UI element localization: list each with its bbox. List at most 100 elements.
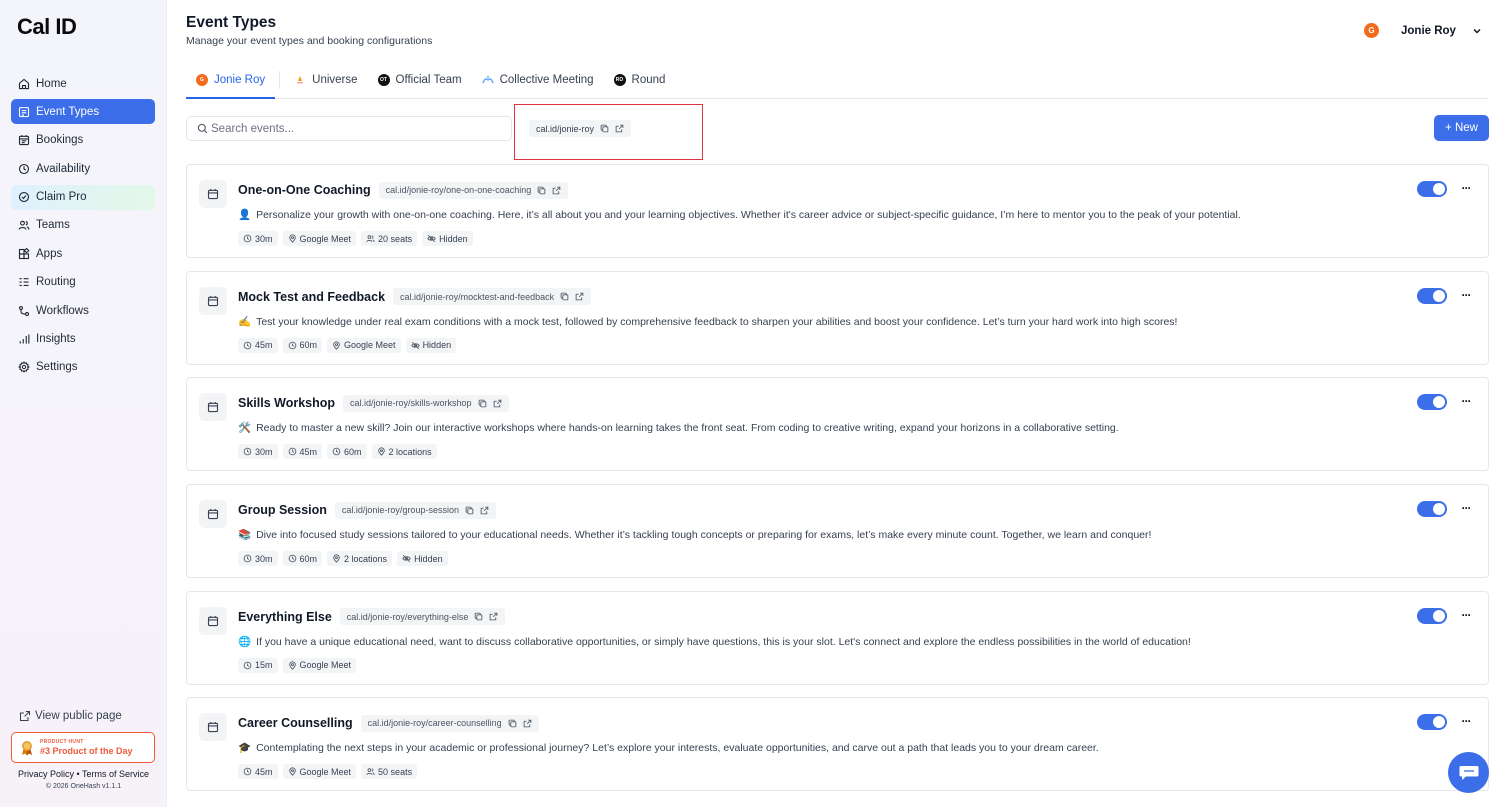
event-tag: 45m xyxy=(282,444,323,460)
profile-link-chip[interactable]: cal.id/jonie-roy xyxy=(529,120,632,137)
event-link-chip[interactable]: cal.id/jonie-roy/everything-else xyxy=(339,608,506,626)
more-options-icon[interactable]: ··· xyxy=(1459,608,1473,622)
event-title[interactable]: Career Counselling xyxy=(238,716,353,730)
event-card[interactable]: Career Counselling cal.id/jonie-roy/care… xyxy=(186,697,1489,792)
copy-icon[interactable] xyxy=(560,292,569,301)
event-title-row: Skills Workshop cal.id/jonie-roy/skills-… xyxy=(238,394,509,412)
event-link-chip[interactable]: cal.id/jonie-roy/mocktest-and-feedback xyxy=(393,288,592,306)
sidebar-item-teams[interactable]: Teams xyxy=(11,213,155,238)
workflows-icon xyxy=(18,305,30,317)
product-hunt-badge[interactable]: PRODUCT HUNT #3 Product of the Day xyxy=(11,732,155,763)
external-link-icon[interactable] xyxy=(615,124,624,133)
event-tag-label: 50 seats xyxy=(378,766,413,777)
event-card[interactable]: Group Session cal.id/jonie-roy/group-ses… xyxy=(186,484,1489,579)
tab-official-team[interactable]: OT Official Team xyxy=(368,62,472,98)
event-link-chip[interactable]: cal.id/jonie-roy/skills-workshop xyxy=(343,394,509,412)
search-box[interactable] xyxy=(186,116,512,141)
event-enabled-toggle[interactable] xyxy=(1417,607,1447,624)
external-link-icon[interactable] xyxy=(493,399,502,408)
event-emoji: 🌐 xyxy=(238,635,252,648)
event-tag-label: 60m xyxy=(299,340,318,351)
tab-jonie-roy[interactable]: G Jonie Roy xyxy=(186,62,276,99)
event-link-chip[interactable]: cal.id/jonie-roy/one-on-one-coaching xyxy=(378,181,569,199)
more-options-icon[interactable]: ··· xyxy=(1459,714,1473,728)
sidebar-item-routing[interactable]: Routing xyxy=(11,270,155,295)
calendar-icon xyxy=(18,134,30,146)
user-menu[interactable]: G Jonie Roy xyxy=(1364,22,1482,39)
sidebar-item-bookings[interactable]: Bookings xyxy=(11,128,155,153)
location-icon xyxy=(288,234,300,243)
more-options-icon[interactable]: ··· xyxy=(1459,181,1473,195)
event-enabled-toggle[interactable] xyxy=(1417,181,1447,197)
event-enabled-toggle[interactable] xyxy=(1417,394,1447,411)
copy-icon[interactable] xyxy=(537,186,546,195)
copy-icon[interactable] xyxy=(478,399,487,408)
event-enabled-toggle[interactable] xyxy=(1417,287,1447,304)
legal-links[interactable]: Privacy Policy • Terms of Service xyxy=(11,769,156,779)
event-card[interactable]: Everything Else cal.id/jonie-roy/everyth… xyxy=(186,590,1489,685)
more-options-icon[interactable]: ··· xyxy=(1459,288,1473,302)
copy-icon[interactable] xyxy=(600,124,609,133)
sidebar-item-event-types[interactable]: Event Types xyxy=(11,99,155,125)
clock-icon xyxy=(18,163,30,175)
product-hunt-rank: #3 Product of the Day xyxy=(40,745,133,756)
sidebar-item-settings[interactable]: Settings xyxy=(11,355,155,380)
event-card[interactable]: One-on-One Coaching cal.id/jonie-roy/one… xyxy=(186,164,1489,258)
event-tags: 30m 60m 2 locations Hidden xyxy=(238,551,453,567)
search-input[interactable] xyxy=(211,122,501,135)
view-public-page-link[interactable]: View public page xyxy=(11,708,156,724)
sidebar-item-home[interactable]: Home xyxy=(11,71,155,96)
chat-support-button[interactable] xyxy=(1448,752,1489,793)
event-card[interactable]: Mock Test and Feedback cal.id/jonie-roy/… xyxy=(186,270,1489,365)
event-title[interactable]: Everything Else xyxy=(238,610,332,624)
tab-label: Collective Meeting xyxy=(499,74,594,86)
sidebar-item-label: Insights xyxy=(36,333,76,346)
calendar-icon xyxy=(207,722,219,733)
event-title[interactable]: Skills Workshop xyxy=(238,396,335,410)
new-event-button[interactable]: + New xyxy=(1434,115,1489,141)
external-link-icon[interactable] xyxy=(489,612,498,621)
event-tag-label: Hidden xyxy=(422,340,452,351)
event-tag: 20 seats xyxy=(361,231,418,246)
event-calendar-icon-box xyxy=(199,500,227,529)
event-title[interactable]: One-on-One Coaching xyxy=(238,183,371,197)
event-link-chip[interactable]: cal.id/jonie-roy/group-session xyxy=(334,501,496,519)
tab-collective-meeting[interactable]: Collective Meeting xyxy=(472,62,604,98)
event-tag: Hidden xyxy=(422,231,473,246)
sidebar-item-insights[interactable]: Insights xyxy=(11,327,155,352)
external-link-icon[interactable] xyxy=(552,186,561,195)
event-link-text: cal.id/jonie-roy/one-on-one-coaching xyxy=(385,185,532,195)
event-title-row: Everything Else cal.id/jonie-roy/everyth… xyxy=(238,608,506,626)
more-options-icon[interactable]: ··· xyxy=(1459,394,1473,408)
event-title[interactable]: Mock Test and Feedback xyxy=(238,290,385,304)
event-tag-label: 45m xyxy=(255,340,273,351)
event-enabled-toggle[interactable] xyxy=(1417,714,1447,731)
more-options-icon[interactable]: ··· xyxy=(1459,501,1473,515)
tab-round[interactable]: RO Round xyxy=(604,62,676,98)
sidebar-item-apps[interactable]: Apps xyxy=(11,241,155,266)
event-link-chip[interactable]: cal.id/jonie-roy/career-counselling xyxy=(360,714,539,732)
sidebar-item-workflows[interactable]: Workflows xyxy=(11,298,155,323)
event-description: ✍️ Test your knowledge under real exam co… xyxy=(238,315,1177,328)
copy-icon[interactable] xyxy=(465,506,474,515)
event-card[interactable]: Skills Workshop cal.id/jonie-roy/skills-… xyxy=(186,377,1489,472)
external-link-icon[interactable] xyxy=(523,719,532,728)
location-icon xyxy=(332,554,344,563)
event-link-text: cal.id/jonie-roy/mocktest-and-feedback xyxy=(400,291,555,302)
sidebar-item-availability[interactable]: Availability xyxy=(11,156,155,181)
external-link-icon[interactable] xyxy=(480,506,489,515)
copy-icon[interactable] xyxy=(508,719,517,728)
event-enabled-toggle[interactable] xyxy=(1417,501,1447,518)
apps-icon xyxy=(18,247,30,260)
tab-universe[interactable]: Universe xyxy=(284,62,367,98)
external-link-icon xyxy=(19,710,31,722)
event-tag-label: Hidden xyxy=(414,553,443,564)
event-tag: 60m xyxy=(282,337,323,353)
event-title-row: Group Session cal.id/jonie-roy/group-ses… xyxy=(238,501,496,519)
sidebar-item-claim-pro[interactable]: Claim Pro xyxy=(11,184,155,210)
copy-icon[interactable] xyxy=(474,612,483,621)
clock-icon xyxy=(243,661,255,670)
app-logo[interactable]: Cal ID xyxy=(17,14,77,40)
external-link-icon[interactable] xyxy=(575,292,584,301)
event-title[interactable]: Group Session xyxy=(238,503,327,517)
